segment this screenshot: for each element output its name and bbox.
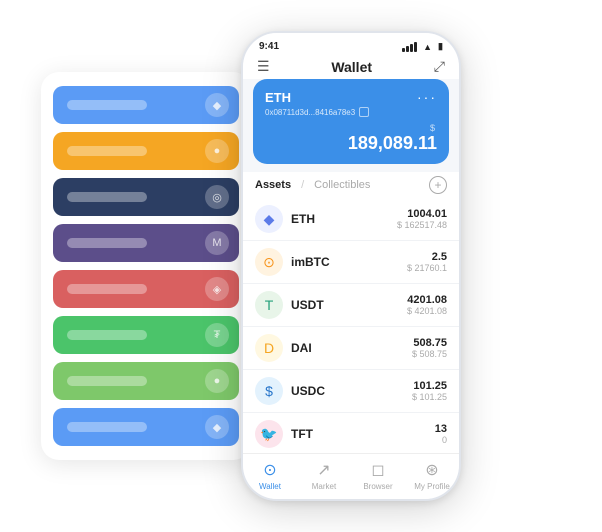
asset-icon-usdc: $: [255, 377, 283, 405]
asset-amounts: 1004.01$ 162517.48: [397, 208, 447, 230]
status-icons: ▲ ▮: [402, 41, 443, 52]
bottom-nav-label: My Profile: [414, 482, 450, 491]
bottom-nav-icon-2: ◻: [371, 460, 384, 480]
asset-icon-usdt: T: [255, 291, 283, 319]
asset-amount-secondary: $ 101.25: [412, 392, 447, 402]
asset-amounts: 130: [435, 423, 447, 445]
bottom-nav: ⊙ Wallet ↗ Market ◻ Browser ⊛ My Profile: [243, 453, 459, 499]
wallet-title: Wallet: [331, 59, 372, 75]
asset-amount-secondary: 0: [435, 435, 447, 445]
eth-card-title: ETH: [265, 90, 291, 105]
bottom-nav-my-profile[interactable]: ⊛ My Profile: [405, 460, 459, 491]
card-item[interactable]: ◆: [53, 408, 239, 446]
asset-icon-tft: 🐦: [255, 420, 283, 448]
tab-assets[interactable]: Assets: [255, 179, 291, 191]
nav-bar: ☰ Wallet ⤢: [243, 54, 459, 79]
card-item[interactable]: ●: [53, 132, 239, 170]
asset-icon-dai: D: [255, 334, 283, 362]
status-bar: 9:41 ▲ ▮: [243, 33, 459, 54]
asset-row[interactable]: ⊙ imBTC2.5$ 21760.1: [243, 241, 459, 284]
asset-icon-imbtc: ⊙: [255, 248, 283, 276]
asset-name: DAI: [291, 341, 412, 355]
asset-name: TFT: [291, 427, 435, 441]
card-item[interactable]: ◈: [53, 270, 239, 308]
tab-divider: /: [301, 179, 304, 191]
asset-amount-primary: 13: [435, 423, 447, 435]
eth-balance-currency: $: [265, 123, 435, 133]
assets-tabs: Assets / Collectibles: [255, 179, 370, 191]
expand-icon[interactable]: ⤢: [434, 58, 445, 75]
asset-amount-primary: 508.75: [412, 337, 447, 349]
card-item[interactable]: ₮: [53, 316, 239, 354]
asset-amount-primary: 101.25: [412, 380, 447, 392]
bottom-nav-browser[interactable]: ◻ Browser: [351, 460, 405, 491]
copy-icon[interactable]: [359, 107, 369, 117]
asset-name: ETH: [291, 212, 397, 226]
asset-amounts: 4201.08$ 4201.08: [407, 294, 447, 316]
bottom-nav-icon-1: ↗: [317, 460, 330, 480]
asset-amount-secondary: $ 508.75: [412, 349, 447, 359]
eth-card[interactable]: ETH ··· 0x08711d3d...8416a78e3 $ 189,089…: [253, 79, 449, 164]
menu-icon[interactable]: ☰: [257, 58, 270, 75]
asset-amount-primary: 2.5: [407, 251, 447, 263]
asset-list: ◆ ETH1004.01$ 162517.48 ⊙ imBTC2.5$ 21760.1…: [243, 198, 459, 453]
asset-row[interactable]: 🐦 TFT130: [243, 413, 459, 453]
asset-amounts: 508.75$ 508.75: [412, 337, 447, 359]
eth-card-header: ETH ···: [265, 89, 437, 105]
phone-frame: 9:41 ▲ ▮ ☰ Wallet ⤢ ETH ···: [241, 31, 461, 501]
card-item[interactable]: ◆: [53, 86, 239, 124]
bottom-nav-label: Wallet: [259, 482, 281, 491]
battery-icon: ▮: [438, 41, 443, 52]
asset-name: imBTC: [291, 255, 407, 269]
asset-row[interactable]: T USDT4201.08$ 4201.08: [243, 284, 459, 327]
asset-name: USDT: [291, 298, 407, 312]
asset-row[interactable]: D DAI508.75$ 508.75: [243, 327, 459, 370]
asset-amount-primary: 1004.01: [397, 208, 447, 220]
asset-amount-secondary: $ 4201.08: [407, 306, 447, 316]
signal-icon: [402, 42, 417, 52]
asset-name: USDC: [291, 384, 412, 398]
asset-amounts: 101.25$ 101.25: [412, 380, 447, 402]
add-asset-button[interactable]: +: [429, 176, 447, 194]
asset-row[interactable]: ◆ ETH1004.01$ 162517.48: [243, 198, 459, 241]
asset-amount-secondary: $ 162517.48: [397, 220, 447, 230]
assets-header: Assets / Collectibles +: [243, 172, 459, 198]
bottom-nav-market[interactable]: ↗ Market: [297, 460, 351, 491]
time-label: 9:41: [259, 41, 279, 52]
tab-collectibles[interactable]: Collectibles: [314, 179, 370, 191]
card-item[interactable]: ◎: [53, 178, 239, 216]
eth-card-menu[interactable]: ···: [417, 89, 437, 105]
bottom-nav-label: Browser: [363, 482, 392, 491]
asset-icon-eth: ◆: [255, 205, 283, 233]
asset-amount-secondary: $ 21760.1: [407, 263, 447, 273]
card-item[interactable]: ●: [53, 362, 239, 400]
asset-amounts: 2.5$ 21760.1: [407, 251, 447, 273]
card-stack: ◆ ● ◎ M ◈ ₮ ● ◆: [41, 72, 251, 460]
wifi-icon: ▲: [423, 42, 432, 52]
scene: ◆ ● ◎ M ◈ ₮ ● ◆ 9:41 ▲ ▮ ☰ Wallet ⤢: [21, 16, 581, 516]
card-item[interactable]: M: [53, 224, 239, 262]
bottom-nav-label: Market: [312, 482, 336, 491]
bottom-nav-icon-0: ⊙: [263, 460, 276, 480]
bottom-nav-icon-3: ⊛: [425, 460, 438, 480]
asset-amount-primary: 4201.08: [407, 294, 447, 306]
eth-card-address: 0x08711d3d...8416a78e3: [265, 107, 437, 117]
bottom-nav-wallet[interactable]: ⊙ Wallet: [243, 460, 297, 491]
asset-row[interactable]: $ USDC101.25$ 101.25: [243, 370, 459, 413]
eth-card-balance: 189,089.11: [265, 133, 437, 154]
